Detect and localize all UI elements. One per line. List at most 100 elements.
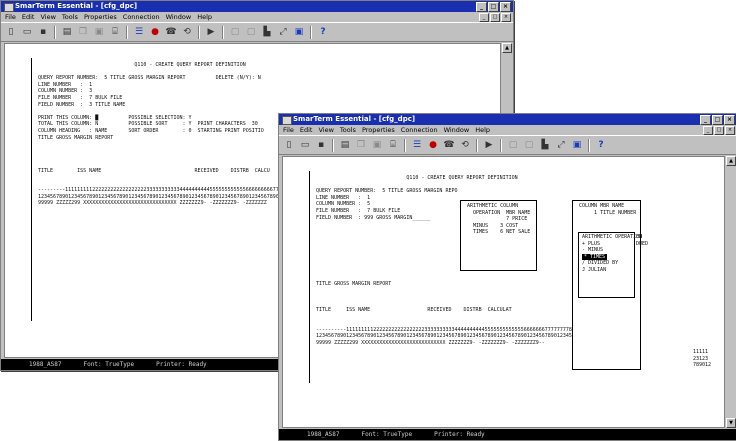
menu-window[interactable]: Window	[444, 125, 470, 135]
status-printer: Printer: Ready	[156, 361, 207, 368]
connect-icon[interactable]: ☎	[164, 26, 178, 39]
file-transfer-icon[interactable]: ▙	[538, 139, 552, 152]
back-title-bar: SmarTerm Essential - [cfg_dpc] _ □ ×	[1, 1, 513, 12]
op-minus[interactable]: - MINUS	[582, 247, 631, 254]
maximize-button[interactable]: □	[488, 2, 499, 12]
menu-file[interactable]: File	[5, 12, 16, 22]
menu-connection[interactable]: Connection	[123, 12, 160, 22]
menu-tools[interactable]: Tools	[62, 12, 78, 22]
menu-connection[interactable]: Connection	[401, 125, 438, 135]
front-vertical-scrollbar[interactable]: ▲ ▼	[726, 156, 736, 428]
paste-icon[interactable]: ▣	[92, 26, 106, 39]
properties-icon[interactable]: ☰	[132, 26, 146, 39]
window-icon[interactable]: ▣	[292, 26, 306, 39]
macro-icon[interactable]: ⌸	[108, 26, 122, 39]
print-icon[interactable]: ▤	[60, 26, 74, 39]
op-julian[interactable]: J JULIAN	[582, 267, 631, 274]
save-icon[interactable]: ▪	[36, 26, 50, 39]
connect-icon[interactable]: ☎	[442, 139, 456, 152]
menu-tools[interactable]: Tools	[340, 125, 356, 135]
window-icon[interactable]: ▣	[570, 139, 584, 152]
menu-help[interactable]: Help	[475, 125, 490, 135]
scroll-up-icon[interactable]: ▲	[502, 43, 512, 53]
save-icon[interactable]: ▪	[314, 139, 328, 152]
doc-minimize-button[interactable]: _	[703, 126, 713, 135]
play-icon[interactable]: ▶	[204, 26, 218, 39]
menu-properties[interactable]: Properties	[84, 12, 117, 22]
doc-close-button[interactable]: ×	[501, 13, 511, 22]
record-icon[interactable]: ●	[148, 26, 162, 39]
status-connection: 1988_AS87	[307, 431, 340, 438]
properties-icon[interactable]: ☰	[410, 139, 424, 152]
status-connection: 1988_AS87	[29, 361, 62, 368]
macro-icon[interactable]: ⌸	[386, 139, 400, 152]
op-plus[interactable]: + PLUS	[582, 241, 631, 248]
op-times-selected[interactable]: * TIMES	[582, 253, 608, 261]
hotspot-icon[interactable]: ⤢	[276, 26, 290, 39]
doc-minimize-button[interactable]: _	[479, 13, 489, 22]
record-icon[interactable]: ●	[426, 139, 440, 152]
hotspot-icon[interactable]: ⤢	[554, 139, 568, 152]
session-icon-1[interactable]: ▢	[506, 139, 520, 152]
front-window-title: SmarTerm Essential - [cfg_dpc]	[293, 115, 416, 123]
help-icon[interactable]: ?	[316, 26, 330, 39]
session-icon-2[interactable]: ▢	[244, 26, 258, 39]
front-menu-bar: File Edit View Tools Properties Connecti…	[279, 125, 736, 135]
front-status-bar: 1988_AS87 Font: TrueType Printer: Ready	[279, 429, 736, 440]
status-font: Font: TrueType	[83, 361, 135, 368]
back-menu-bar: File Edit View Tools Properties Connecti…	[1, 12, 513, 22]
play-icon[interactable]: ▶	[482, 139, 496, 152]
arithmetic-operation-menu[interactable]: ARITHMETIC OPERATION + PLUS - MINUS * TI…	[578, 232, 643, 298]
paste-icon[interactable]: ▣	[370, 139, 384, 152]
status-font: Font: TrueType	[361, 431, 413, 438]
file-transfer-icon[interactable]: ▙	[260, 26, 274, 39]
scroll-up-icon[interactable]: ▲	[726, 156, 736, 166]
menu-view[interactable]: View	[40, 12, 55, 22]
menu-edit[interactable]: Edit	[300, 125, 313, 135]
disconnect-icon[interactable]: ⟲	[458, 139, 472, 152]
new-icon[interactable]: ▯	[282, 139, 296, 152]
copy-icon[interactable]: ❐	[354, 139, 368, 152]
arithmetic-column-popup: ARITHMETIC COLUMN OPERATION MBR NAME 7 P…	[460, 200, 537, 271]
front-terminal-screen[interactable]: Q110 - CREATE QUERY REPORT DEFINITION QU…	[282, 156, 725, 428]
back-terminal-text: Q110 - CREATE QUERY REPORT DEFINITION QU…	[38, 62, 291, 207]
back-window-title: SmarTerm Essential - [cfg_dpc]	[15, 2, 138, 10]
menu-properties[interactable]: Properties	[362, 125, 395, 135]
screen-frame-line	[309, 171, 310, 383]
session-icon-1[interactable]: ▢	[228, 26, 242, 39]
front-title-bar: SmarTerm Essential - [cfg_dpc] _ □ ×	[279, 114, 736, 125]
screen-frame-line	[31, 58, 32, 321]
front-toolbar: ▯ ▭ ▪ ▤ ❐ ▣ ⌸ ☰ ● ☎ ⟲ ▶ ▢ ▢ ▙ ⤢ ▣ ?	[279, 135, 736, 155]
menu-file[interactable]: File	[283, 125, 294, 135]
new-icon[interactable]: ▯	[4, 26, 18, 39]
doc-restore-button[interactable]: □	[490, 13, 500, 22]
scroll-down-icon[interactable]: ▼	[726, 418, 736, 428]
close-button[interactable]: ×	[724, 115, 735, 125]
app-icon	[4, 3, 14, 12]
disconnect-icon[interactable]: ⟲	[180, 26, 194, 39]
copy-icon[interactable]: ❐	[76, 26, 90, 39]
session-icon-2[interactable]: ▢	[522, 139, 536, 152]
maximize-button[interactable]: □	[712, 115, 723, 125]
menu-window[interactable]: Window	[166, 12, 192, 22]
minimize-button[interactable]: _	[700, 115, 711, 125]
print-icon[interactable]: ▤	[338, 139, 352, 152]
doc-close-button[interactable]: ×	[725, 126, 735, 135]
front-terminal-text: Q110 - CREATE QUERY REPORT DEFINITION QU…	[316, 175, 599, 346]
minimize-button[interactable]: _	[476, 2, 487, 12]
doc-restore-button[interactable]: □	[714, 126, 724, 135]
menu-help[interactable]: Help	[197, 12, 212, 22]
front-window: SmarTerm Essential - [cfg_dpc] _ □ × Fil…	[278, 113, 736, 441]
close-button[interactable]: ×	[500, 2, 511, 12]
operation-menu-title: ARITHMETIC OPERATION	[582, 234, 643, 240]
open-icon[interactable]: ▭	[298, 139, 312, 152]
right-edge-text: 11111 23123 789012	[693, 349, 712, 369]
help-icon[interactable]: ?	[594, 139, 608, 152]
app-icon	[282, 116, 292, 125]
operation-side-text: ED DUED	[636, 234, 649, 247]
status-printer: Printer: Ready	[434, 431, 485, 438]
menu-view[interactable]: View	[318, 125, 333, 135]
menu-edit[interactable]: Edit	[22, 12, 35, 22]
op-divided-by[interactable]: / DIVIDED BY	[582, 260, 631, 267]
open-icon[interactable]: ▭	[20, 26, 34, 39]
